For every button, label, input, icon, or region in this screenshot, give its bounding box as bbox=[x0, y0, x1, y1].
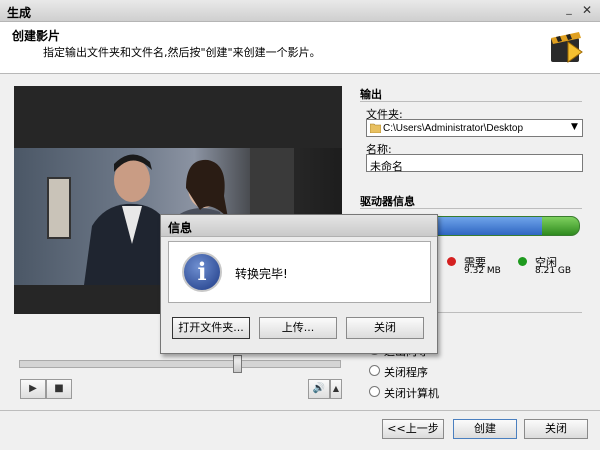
free-dot-icon bbox=[518, 257, 527, 266]
shutdown-label: 关闭计算机 bbox=[384, 387, 439, 400]
folder-select[interactable]: C:\Users\Administrator\Desktop ▼ bbox=[366, 119, 583, 137]
window-titlebar: 生成 _ ✕ bbox=[0, 0, 600, 22]
create-button[interactable]: 创建 bbox=[453, 419, 517, 439]
required-dot-icon bbox=[447, 257, 456, 266]
seek-bar[interactable] bbox=[19, 360, 341, 368]
close-program-label: 关闭程序 bbox=[384, 366, 428, 379]
required-value: 9.32 MB bbox=[464, 266, 501, 276]
radio-close-program[interactable] bbox=[369, 365, 380, 376]
close-button[interactable]: 关闭 bbox=[524, 419, 588, 439]
folder-icon bbox=[370, 123, 381, 133]
divider bbox=[360, 208, 582, 209]
dialog-close-button[interactable]: 关闭 bbox=[346, 317, 424, 339]
dialog-message: 转换完毕! bbox=[235, 267, 288, 281]
radio-shutdown[interactable] bbox=[369, 386, 380, 397]
dialog-body: i 转换完毕! bbox=[168, 241, 431, 303]
drive-free-fill bbox=[542, 217, 579, 235]
output-section-label: 输出 bbox=[360, 88, 382, 101]
footer-divider bbox=[0, 410, 600, 411]
name-value: 未命名 bbox=[370, 160, 403, 173]
drive-section-label: 驱动器信息 bbox=[360, 195, 415, 208]
open-folder-button[interactable]: 打开文件夹... bbox=[172, 317, 250, 339]
stop-icon: ■ bbox=[54, 383, 64, 394]
name-input[interactable]: 未命名 bbox=[366, 154, 583, 173]
volume-arrow-button[interactable]: ▲ bbox=[330, 379, 342, 399]
page-title: 创建影片 bbox=[12, 29, 61, 43]
seek-thumb[interactable] bbox=[233, 355, 242, 373]
back-button[interactable]: <<上一步 bbox=[382, 419, 444, 439]
wizard-header: 创建影片 指定输出文件夹和文件名,然后按"创建"来创建一个影片。 bbox=[0, 22, 600, 74]
stop-button[interactable]: ■ bbox=[46, 379, 72, 399]
info-dialog: 信息 i 转换完毕! 打开文件夹... 上传... 关闭 bbox=[160, 214, 438, 354]
arrow-up-icon: ▲ bbox=[332, 384, 340, 393]
window-title: 生成 bbox=[7, 6, 32, 20]
info-icon: i bbox=[182, 252, 222, 292]
play-button[interactable]: ▶ bbox=[20, 379, 46, 399]
free-value: 8.21 GB bbox=[535, 266, 572, 276]
folder-value: C:\Users\Administrator\Desktop bbox=[383, 123, 524, 134]
volume-button[interactable]: 🔊 bbox=[308, 379, 330, 399]
page-subtitle: 指定输出文件夹和文件名,然后按"创建"来创建一个影片。 bbox=[43, 46, 321, 59]
dialog-titlebar: 信息 bbox=[161, 215, 437, 237]
divider bbox=[360, 101, 582, 102]
clapperboard-logo-icon bbox=[551, 32, 583, 63]
play-icon: ▶ bbox=[29, 383, 37, 394]
upload-button[interactable]: 上传... bbox=[259, 317, 337, 339]
close-window-icon[interactable]: ✕ bbox=[580, 3, 594, 17]
chevron-down-icon: ▼ bbox=[571, 122, 578, 132]
minimize-icon[interactable]: _ bbox=[562, 3, 576, 17]
volume-icon: 🔊 bbox=[312, 383, 326, 394]
dialog-title: 信息 bbox=[168, 221, 193, 235]
